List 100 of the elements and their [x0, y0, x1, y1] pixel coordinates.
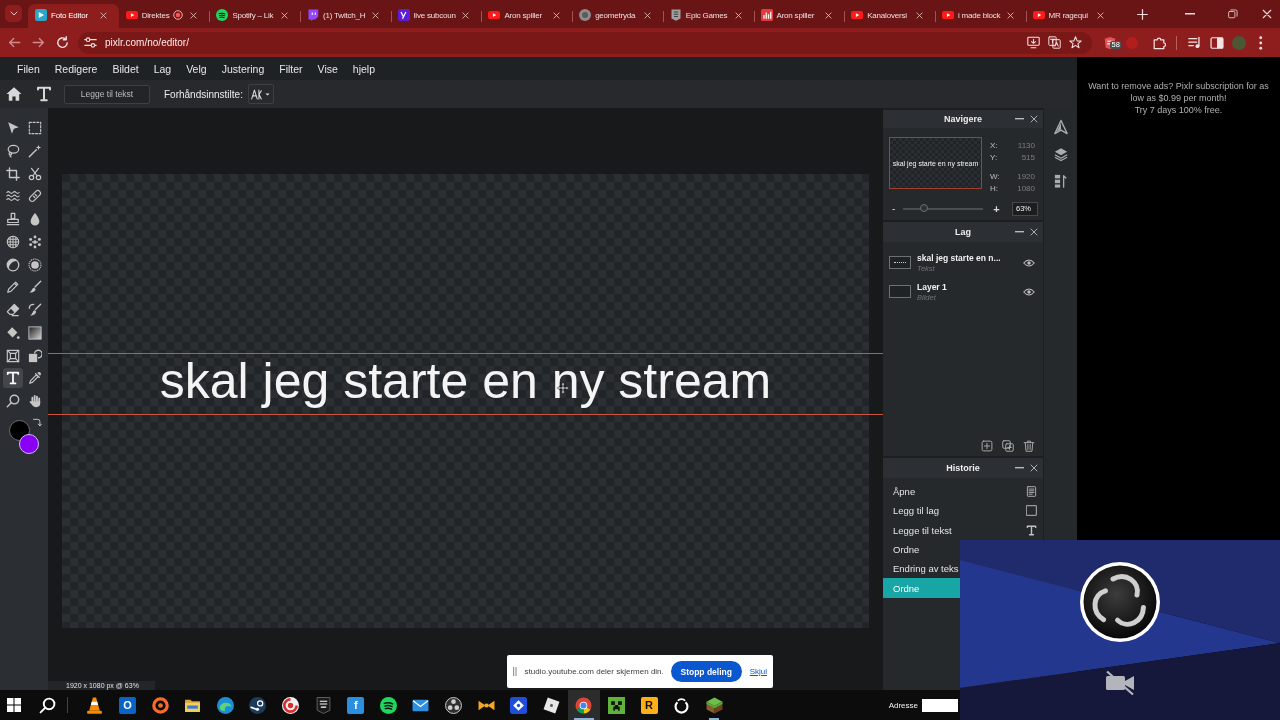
browser-tab[interactable]: Aron spiller	[753, 4, 845, 28]
playlist-icon[interactable]	[1188, 35, 1202, 50]
close-icon[interactable]	[462, 11, 470, 19]
history-item[interactable]: Åpne	[883, 482, 1043, 502]
browser-tab[interactable]: geometryda	[572, 4, 663, 28]
canvas-text[interactable]: skal jeg starte en ny stream	[159, 355, 772, 406]
close-icon[interactable]	[1030, 228, 1038, 236]
close-icon[interactable]	[99, 11, 107, 19]
close-icon[interactable]	[190, 11, 198, 19]
translate-icon[interactable]	[1048, 36, 1061, 49]
close-icon[interactable]	[1262, 9, 1272, 19]
eye-icon[interactable]	[1023, 258, 1035, 267]
menu-item[interactable]: Filter	[271, 62, 311, 75]
plus-icon[interactable]	[1137, 8, 1149, 20]
history-item[interactable]: Legge til tekst	[883, 520, 1043, 540]
text-icon	[6, 371, 20, 386]
swatch-icon[interactable]	[19, 434, 39, 454]
hide-link[interactable]: Skjul	[749, 667, 767, 676]
reload-icon[interactable]	[55, 36, 69, 49]
menu-item[interactable]: Filen	[9, 62, 48, 75]
close-icon[interactable]	[371, 11, 379, 19]
layers-icon[interactable]	[1053, 146, 1068, 162]
add-text-button[interactable]: Legge til tekst	[64, 84, 150, 104]
site-settings-icon[interactable]	[84, 36, 97, 49]
browser-tab[interactable]: MR ragequi	[1025, 4, 1117, 28]
layer-name: skal jeg starte en n...	[917, 252, 1001, 264]
back-arrow-icon[interactable]	[7, 36, 21, 49]
grip-icon[interactable]	[513, 667, 517, 676]
browser-tab[interactable]: Foto Editor	[28, 4, 119, 28]
taskbar-app[interactable]	[567, 690, 601, 720]
cube-icon	[705, 696, 723, 714]
play-button-icon	[851, 9, 864, 21]
coordinate-value: 1130	[1017, 140, 1035, 152]
menu-item[interactable]: Velg	[178, 62, 215, 75]
windows-logo-icon[interactable]	[7, 698, 21, 712]
browser-tab[interactable]: Aron spiller	[481, 4, 573, 28]
sidebar-icon[interactable]	[1210, 35, 1224, 50]
stop-sharing-button[interactable]: Stopp deling	[670, 661, 742, 682]
close-icon[interactable]	[734, 11, 742, 19]
swap-arrow-icon[interactable]	[33, 418, 42, 427]
history-item[interactable]: Endring av teks	[883, 559, 960, 579]
restore-icon[interactable]	[1227, 9, 1238, 19]
history-list-icon[interactable]	[1053, 173, 1068, 189]
browser-tab[interactable]: (1) Twitch_H	[300, 4, 391, 28]
close-icon[interactable]	[281, 11, 289, 19]
trash-icon[interactable]	[1023, 440, 1035, 452]
close-icon[interactable]	[825, 11, 833, 19]
close-icon[interactable]	[1030, 464, 1038, 472]
taskbar-app[interactable]: O	[111, 690, 144, 720]
swatch-icon[interactable]	[8, 419, 30, 441]
history-item[interactable]: Ordne	[883, 539, 960, 560]
forward-arrow-icon[interactable]	[31, 36, 45, 49]
browser-tab[interactable]: Spotify – Lik	[209, 4, 301, 28]
brush-icon	[28, 280, 42, 295]
browser-tab[interactable]: Direktes	[118, 4, 210, 28]
eye-icon[interactable]	[1023, 287, 1035, 296]
zoom-in-button[interactable]: +	[993, 203, 1000, 215]
home-icon[interactable]	[6, 86, 22, 102]
speech-bubble-icon	[307, 9, 320, 21]
play-button-icon	[941, 9, 954, 21]
browser-tab[interactable]: i made block	[934, 4, 1026, 28]
close-icon[interactable]	[1097, 11, 1105, 19]
layer-thumbnail	[889, 256, 911, 269]
grid-sphere-icon	[6, 234, 20, 249]
browser-tab[interactable]: Epic Games	[662, 4, 754, 28]
menu-item[interactable]: Justering	[214, 62, 272, 75]
zoom-out-button[interactable]: -	[892, 203, 896, 215]
presets-dropdown[interactable]	[247, 84, 274, 104]
address-field[interactable]: pixlr.com/no/editor/	[78, 31, 1092, 54]
history-item[interactable]: Legg til lag	[883, 501, 1043, 521]
duplicate-icon[interactable]	[1002, 440, 1014, 452]
menu-item[interactable]: Lag	[146, 62, 179, 75]
pointer-icon	[6, 121, 20, 135]
more-icon[interactable]	[1259, 35, 1263, 50]
close-icon[interactable]	[1030, 115, 1038, 123]
close-icon[interactable]	[643, 11, 651, 19]
search-icon[interactable]	[38, 696, 56, 714]
compass-arrow-icon[interactable]	[1053, 119, 1068, 135]
tool-button[interactable]	[3, 368, 23, 389]
star-icon[interactable]	[1069, 36, 1082, 49]
panel-title: Navigere	[944, 114, 982, 124]
browser-tab[interactable]: Kanaloversi	[844, 4, 935, 28]
address-field[interactable]	[922, 698, 958, 712]
puzzle-icon[interactable]	[1152, 35, 1166, 50]
browser-tab[interactable]: live subcoun	[390, 4, 482, 28]
add-layer-icon[interactable]	[981, 440, 993, 452]
close-icon[interactable]	[915, 11, 923, 19]
caret-icon	[265, 92, 271, 96]
tab-search-button[interactable]	[5, 5, 22, 22]
slider-thumb[interactable]	[920, 204, 929, 212]
close-icon[interactable]	[1006, 11, 1014, 19]
install-icon[interactable]	[1027, 36, 1040, 49]
taskbar-app[interactable]: R	[632, 690, 666, 720]
pencil-icon	[6, 280, 20, 295]
menu-item[interactable]: Bildet	[104, 62, 147, 75]
close-icon[interactable]	[553, 11, 561, 19]
menu-item[interactable]: hjelp	[345, 62, 383, 75]
menu-item[interactable]: Vise	[310, 62, 346, 75]
minimize-icon[interactable]	[1184, 13, 1195, 15]
menu-item[interactable]: Redigere	[47, 62, 105, 75]
